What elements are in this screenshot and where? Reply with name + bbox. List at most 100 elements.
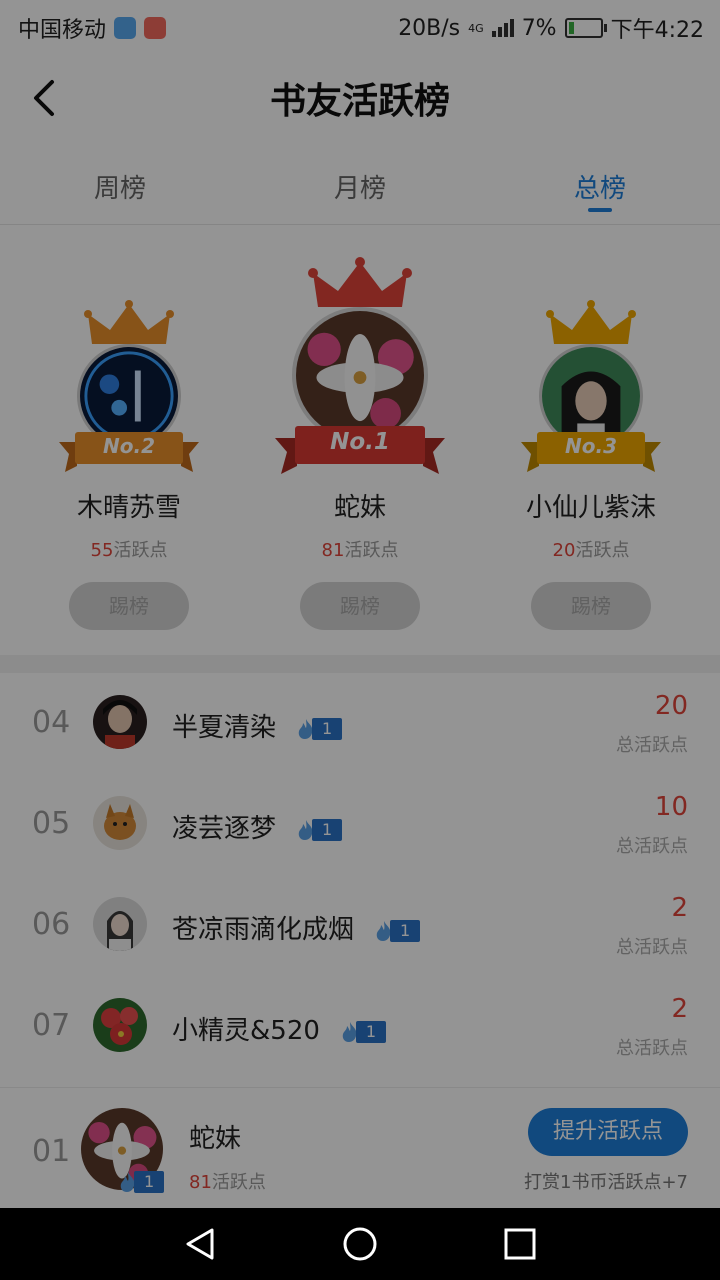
battery-icon <box>564 18 607 38</box>
boost-activity-button[interactable]: 提升活跃点 <box>528 1108 688 1156</box>
carrier-label: 中国移动 <box>18 18 107 43</box>
podium-points: 55活跃点 <box>49 536 209 562</box>
podium-rank-2: No.2 木晴苏雪 55活跃点 踢榜 <box>49 300 209 630</box>
user-name: 小精灵&520 <box>172 1016 320 1046</box>
signal-icon <box>491 19 514 37</box>
podium-name: 小仙儿紫沫 <box>525 493 656 523</box>
nav-back-icon[interactable] <box>182 1226 218 1262</box>
podium-points: 20活跃点 <box>511 536 671 562</box>
my-rank-number: 01 <box>32 1134 71 1169</box>
section-divider <box>0 655 720 673</box>
status-bar: 中国移动 20B/s 4G 7% 下午4:22 <box>0 0 720 50</box>
podium-points-value: 81 <box>321 540 345 561</box>
podium-points-suffix: 活跃点 <box>344 540 399 561</box>
kick-button[interactable]: 踢榜 <box>69 582 189 630</box>
clock: 下午4:22 <box>610 18 704 43</box>
user-name-row: 半夏清染 1 <box>172 707 343 744</box>
podium-points-suffix: 活跃点 <box>575 540 630 561</box>
crown-icon <box>84 300 174 344</box>
score-value: 20 <box>654 691 688 721</box>
rank-number: 05 <box>32 806 71 841</box>
user-name: 半夏清染 <box>172 713 277 743</box>
user-name-row: 小精灵&520 1 <box>172 1010 387 1047</box>
rank-number: 06 <box>32 907 71 942</box>
avatar[interactable] <box>93 695 147 749</box>
avatar-image <box>93 695 147 749</box>
level-badge: 1 <box>116 1170 165 1194</box>
kick-button[interactable]: 踢榜 <box>300 582 420 630</box>
score-label: 总活跃点 <box>616 735 688 756</box>
header: 书友活跃榜 <box>0 50 720 146</box>
user-name: 凌芸逐梦 <box>172 814 277 844</box>
podium: No.2 木晴苏雪 55活跃点 踢榜 No.1 蛇妹 81活跃点 踢榜 No.3… <box>0 225 720 655</box>
level-badge: 1 <box>294 717 343 741</box>
score-label: 总活跃点 <box>616 836 688 857</box>
podium-name: 蛇妹 <box>333 493 386 523</box>
rank-badge-label: No.3 <box>565 434 617 458</box>
my-points-value: 81 <box>189 1172 212 1193</box>
tab-weekly[interactable]: 周榜 <box>0 150 240 224</box>
user-name-row: 苍凉雨滴化成烟 1 <box>172 909 421 946</box>
tab-monthly-label: 月榜 <box>333 174 386 204</box>
score-label: 总活跃点 <box>616 1038 688 1059</box>
podium-rank-3: No.3 小仙儿紫沫 20活跃点 踢榜 <box>511 300 671 630</box>
score-label: 总活跃点 <box>616 937 688 958</box>
level-badge: 1 <box>372 919 421 943</box>
podium-points-suffix: 活跃点 <box>113 540 168 561</box>
boost-hint: 打赏1书币活跃点+7 <box>524 1172 688 1193</box>
page-title: 书友活跃榜 <box>269 80 450 122</box>
level-number: 1 <box>312 717 343 740</box>
tab-active-indicator <box>588 208 612 212</box>
tab-overall[interactable]: 总榜 <box>480 150 720 224</box>
avatar[interactable] <box>93 998 147 1052</box>
kick-button[interactable]: 踢榜 <box>531 582 651 630</box>
level-badge: 1 <box>294 818 343 842</box>
avatar-image <box>93 998 147 1052</box>
avatar[interactable] <box>93 897 147 951</box>
avatar-image <box>93 897 147 951</box>
network-speed: 20B/s <box>398 15 461 41</box>
rank-number: 04 <box>32 705 71 740</box>
network-type: 4G <box>468 21 484 35</box>
score-value: 10 <box>654 792 688 822</box>
tab-bar: 周榜 月榜 总榜 <box>0 150 720 225</box>
crown-icon <box>546 300 636 344</box>
list-item[interactable]: 05 凌芸逐梦 1 10 总活跃点 <box>0 774 720 875</box>
battery-percent: 7% <box>521 15 557 41</box>
page: 中国移动 20B/s 4G 7% 下午4:22 书友活跃榜 周榜 月榜 总榜 N… <box>0 0 720 1208</box>
wifi-hotspot-icon <box>114 17 137 39</box>
level-badge: 1 <box>338 1020 387 1044</box>
podium-points: 81活跃点 <box>270 536 450 562</box>
system-navigation-bar <box>0 1208 720 1280</box>
score-value: 2 <box>671 994 688 1024</box>
list-item[interactable]: 07 小精灵&520 1 2 总活跃点 <box>0 976 720 1077</box>
avatar[interactable] <box>93 796 147 850</box>
podium-points-value: 55 <box>90 540 114 561</box>
level-number: 1 <box>312 818 343 841</box>
avatar-image <box>93 796 147 850</box>
notification-app-icon <box>144 17 167 39</box>
level-number: 1 <box>390 919 421 942</box>
tab-monthly[interactable]: 月榜 <box>240 150 480 224</box>
avatar-image <box>296 311 424 439</box>
my-points: 81活跃点 <box>189 1168 266 1194</box>
my-name: 蛇妹 <box>189 1124 242 1154</box>
nav-recents-icon[interactable] <box>502 1226 538 1262</box>
list-item[interactable]: 04 半夏清染 1 20 总活跃点 <box>0 673 720 774</box>
rank-number: 07 <box>32 1008 71 1043</box>
score-value: 2 <box>671 893 688 923</box>
user-name-row: 凌芸逐梦 1 <box>172 808 343 845</box>
user-name: 苍凉雨滴化成烟 <box>172 915 355 945</box>
ranking-list: 04 半夏清染 1 20 总活跃点 05 凌芸逐梦 1 10 总活跃点 06 苍凉雨… <box>0 673 720 1077</box>
my-rank-bar: 01 1 蛇妹 81活跃点 提升活跃点 打赏1书币活跃点+7 <box>0 1087 720 1208</box>
tab-weekly-label: 周榜 <box>93 174 146 204</box>
tab-overall-label: 总榜 <box>573 174 626 204</box>
podium-points-value: 20 <box>552 540 576 561</box>
nav-home-icon[interactable] <box>342 1226 378 1262</box>
level-number: 1 <box>355 1020 387 1043</box>
list-item[interactable]: 06 苍凉雨滴化成烟 1 2 总活跃点 <box>0 875 720 976</box>
crown-icon <box>308 257 412 307</box>
rank-badge-label: No.2 <box>103 434 155 458</box>
level-number: 1 <box>134 1171 165 1193</box>
rank-badge-label: No.1 <box>330 429 390 455</box>
